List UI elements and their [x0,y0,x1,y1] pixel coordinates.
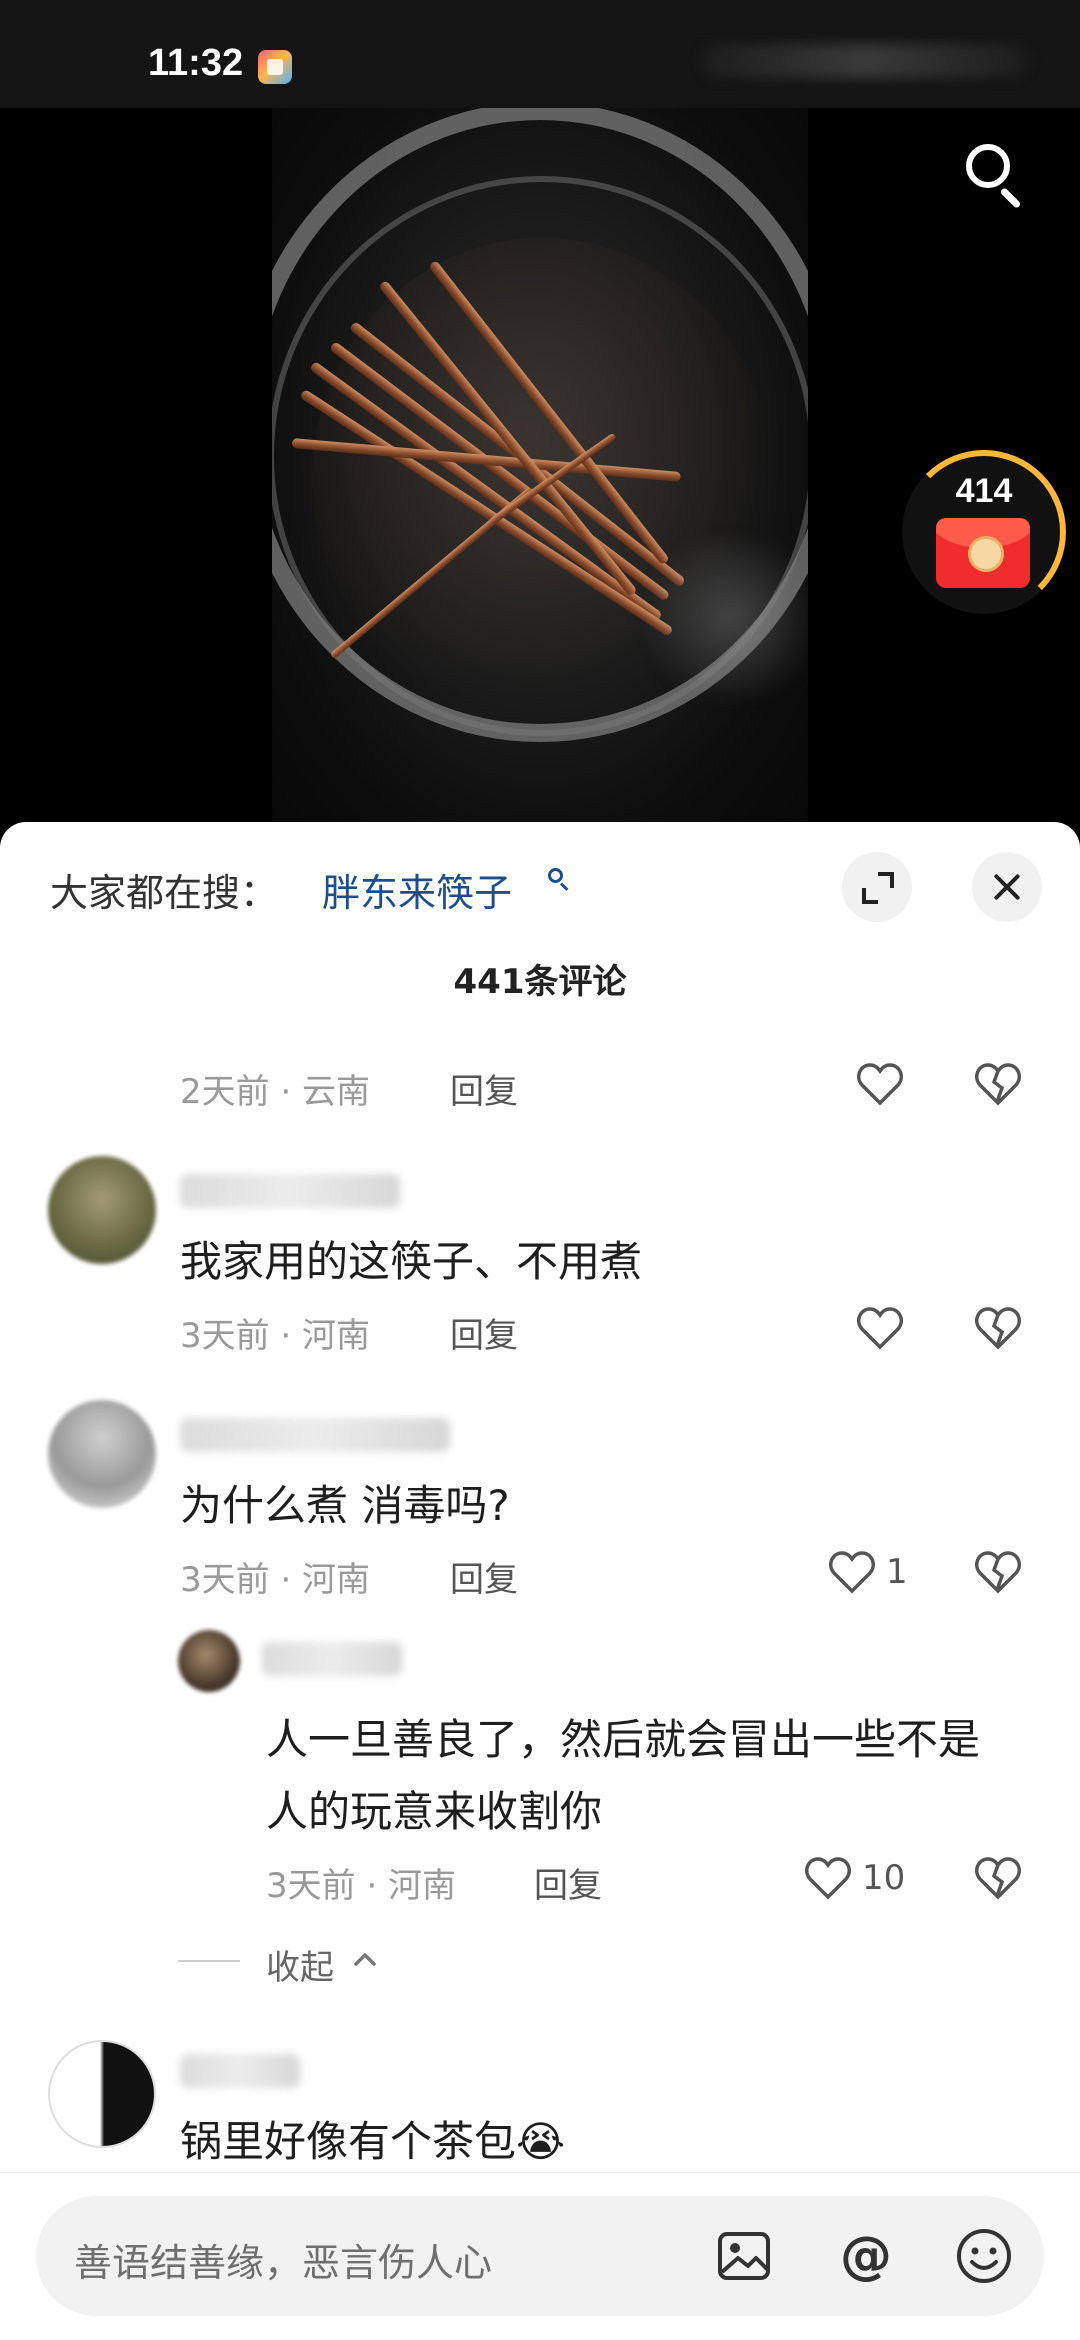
avatar[interactable] [48,1156,156,1264]
dislike-broken-heart-icon[interactable] [974,1550,1022,1594]
dislike-broken-heart-icon[interactable] [974,1306,1022,1350]
reply-button[interactable]: 回复 [534,1858,602,1907]
reply-avatar[interactable] [178,1630,240,1692]
red-envelope-icon [936,518,1030,588]
trending-search-icon[interactable] [548,868,570,891]
comment-meta: 2天前 · 云南 [180,1072,371,1112]
red-packet-widget[interactable]: 414 [902,450,1066,614]
video-comments-screen: { "status_bar": { "time": "11:32", "app_… [0,0,1080,2340]
mention-icon[interactable]: @ [836,2226,896,2286]
username-blurred[interactable] [180,2054,300,2088]
like-count: 1 [886,1552,908,1592]
like-count: 10 [862,1858,906,1898]
reply-button[interactable]: 回复 [450,1064,518,1113]
app-notification-icon [258,50,292,84]
reply-text-line1: 人一旦善良了，然后就会冒出一些不是 [266,1715,981,1764]
comment-text: 我家用的这筷子、不用煮 [180,1237,643,1286]
like-heart-icon[interactable] [856,1306,904,1350]
username-blurred[interactable] [180,1418,450,1452]
like-heart-icon[interactable] [828,1550,876,1594]
reply-button[interactable]: 回复 [450,1552,518,1601]
comment-input-bar[interactable]: 善语结善缘，恶言伤人心 @ [36,2196,1044,2316]
dislike-broken-heart-icon[interactable] [974,1856,1022,1900]
trending-search-label: 大家都在搜： [50,871,279,915]
chevron-up-icon[interactable] [352,1946,378,1972]
username-blurred[interactable] [180,1174,400,1208]
reply-button[interactable]: 回复 [450,1308,518,1357]
comment-meta: 3天前 · 河南 [180,1560,371,1600]
comment-count-title: 441条评论 [453,962,627,1002]
reply-text-line2: 人的玩意来收割你 [266,1787,603,1836]
image-icon[interactable] [714,2226,774,2286]
comment-meta: 3天前 · 河南 [180,1316,371,1356]
comment-input-placeholder[interactable]: 善语结善缘，恶言伤人心 [74,2232,492,2287]
like-heart-icon[interactable] [804,1856,852,1900]
emoji-icon[interactable] [954,2226,1014,2286]
avatar[interactable] [48,1400,156,1508]
comment-text: 锅里好像有个茶包😭 [180,2117,566,2166]
close-icon[interactable] [972,852,1042,922]
status-time: 11:32 [148,42,244,84]
video-player[interactable] [272,108,808,830]
comment-text: 为什么煮 消毒吗? [180,1481,510,1530]
input-divider [0,2172,1080,2173]
comments-sheet: 大家都在搜： 胖东来筷子 441条评论 2天前 · 云南 回复 我家用的这筷子、… [0,822,1080,2340]
red-packet-count: 414 [955,472,1013,510]
collapse-divider [178,1960,240,1962]
expand-icon[interactable] [842,852,912,922]
trending-search-link[interactable]: 胖东来筷子 [322,862,512,917]
status-bar: 11:32 [0,0,1080,108]
collapse-replies-button[interactable]: 收起 [266,1940,334,1989]
avatar[interactable] [48,2040,156,2148]
dislike-broken-heart-icon[interactable] [974,1062,1022,1106]
reply-meta: 3天前 · 河南 [266,1866,457,1906]
search-icon[interactable] [962,140,1032,210]
reply-username-blurred[interactable] [262,1642,402,1676]
status-indicators-blurred [700,44,1030,78]
like-heart-icon[interactable] [856,1062,904,1106]
